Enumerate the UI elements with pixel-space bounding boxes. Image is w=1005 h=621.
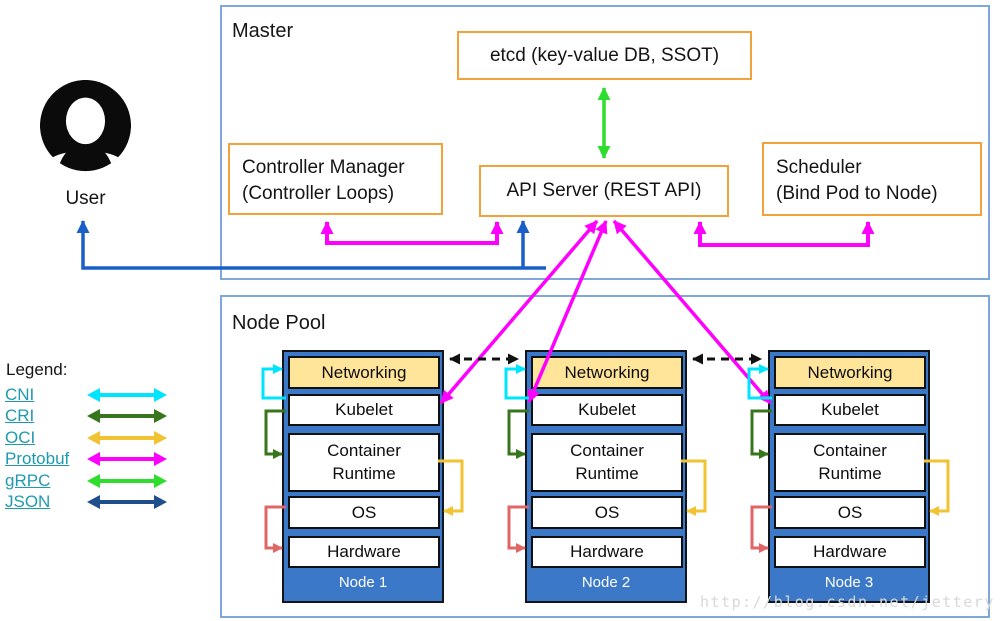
layer-networking: Networking [288,356,440,389]
layer-os: OS [531,496,683,529]
legend-link-cri[interactable]: CRI [5,406,87,426]
watermark: http://blog.csdn.net/jettery [700,593,1000,611]
node-2-container: Networking Kubelet Container Runtime OS … [525,350,687,603]
node-3-container: Networking Kubelet Container Runtime OS … [768,350,930,603]
layer-os: OS [288,496,440,529]
api-server-box: API Server (REST API) [479,165,729,217]
user-label: User [37,188,134,210]
layer-kubelet: Kubelet [774,394,926,426]
legend-title: Legend: [6,360,167,380]
layer-networking: Networking [531,356,683,389]
legend-link-grpc[interactable]: gRPC [5,471,87,491]
legend: Legend: CNI CRI OCI Protobuf gRPC JSON [5,360,167,513]
api-server-label: API Server (REST API) [507,180,702,202]
node-name: Node 2 [527,574,685,591]
legend-item-cni: CNI [5,384,167,406]
protobuf-arrow-icon [87,452,167,466]
legend-item-grpc: gRPC [5,470,167,492]
legend-item-json: JSON [5,492,167,514]
layer-container-runtime: Container Runtime [774,433,926,492]
controller-manager-sublabel: (Controller Loops) [242,181,429,207]
layer-os: OS [774,496,926,529]
layer-container-runtime: Container Runtime [288,433,440,492]
layer-kubelet: Kubelet [288,394,440,426]
legend-link-oci[interactable]: OCI [5,428,87,448]
etcd-box: etcd (key-value DB, SSOT) [457,31,752,80]
user-avatar-icon [37,79,134,172]
json-arrow-icon [87,495,167,509]
kubernetes-architecture-diagram: Master etcd (key-value DB, SSOT) Control… [0,0,1005,621]
oci-arrow-icon [87,431,167,445]
scheduler-label: Scheduler [776,155,968,181]
scheduler-sublabel: (Bind Pod to Node) [776,181,968,207]
scheduler-box: Scheduler (Bind Pod to Node) [762,142,982,216]
etcd-label: etcd (key-value DB, SSOT) [490,45,719,67]
legend-item-protobuf: Protobuf [5,449,167,471]
cni-arrow-icon [87,388,167,402]
legend-link-cni[interactable]: CNI [5,385,87,405]
node-name: Node 3 [770,574,928,591]
legend-item-oci: OCI [5,427,167,449]
layer-container-runtime: Container Runtime [531,433,683,492]
node-pool-title: Node Pool [232,312,325,335]
layer-networking: Networking [774,356,926,389]
layer-kubelet: Kubelet [531,394,683,426]
legend-link-json[interactable]: JSON [5,492,87,512]
layer-hardware: Hardware [774,536,926,568]
legend-item-cri: CRI [5,406,167,428]
node-1-container: Networking Kubelet Container Runtime OS … [282,350,444,603]
legend-link-protobuf[interactable]: Protobuf [5,449,87,469]
layer-hardware: Hardware [288,536,440,568]
controller-manager-box: Controller Manager (Controller Loops) [228,143,443,215]
node-name: Node 1 [284,574,442,591]
cri-arrow-icon [87,409,167,423]
controller-manager-label: Controller Manager [242,155,429,181]
layer-hardware: Hardware [531,536,683,568]
master-title: Master [232,20,293,43]
grpc-arrow-icon [87,474,167,488]
